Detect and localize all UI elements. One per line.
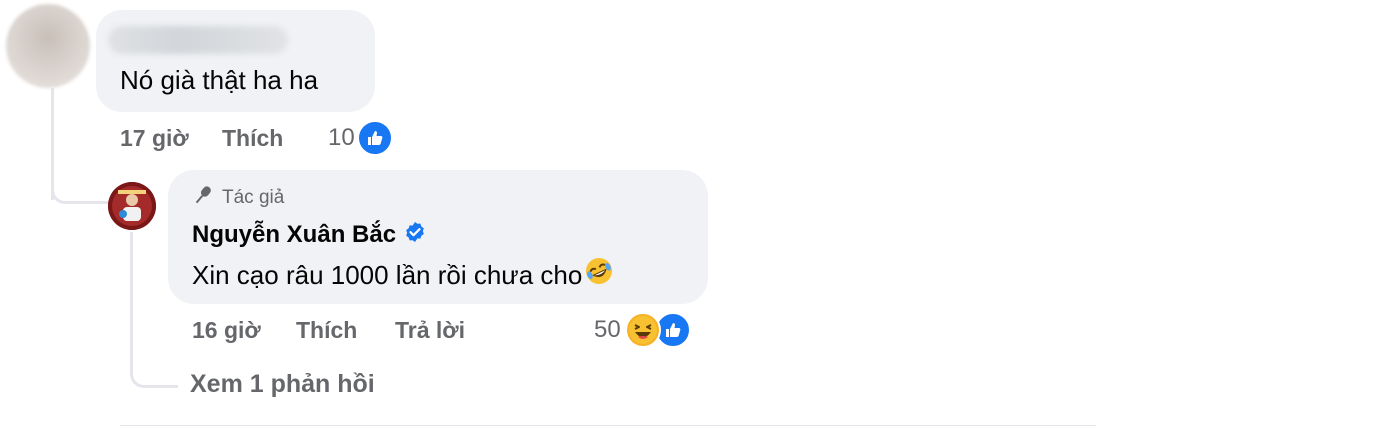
avatar[interactable] [6,4,90,88]
comment-text: Nó già thật ha ha [120,65,319,95]
thread-connector [51,180,109,204]
author-badge: Tác giả [192,184,284,212]
thread-connector [130,360,178,388]
author-name[interactable]: Nguyễn Xuân Bắc [192,221,396,249]
microphone-icon [192,184,214,212]
reply-button[interactable]: Trả lời [395,317,465,344]
divider [120,425,1096,426]
author-name-row: Nguyễn Xuân Bắc [192,220,426,250]
comment-time[interactable]: 17 giờ [120,125,189,152]
comment-text: Xin cạo râu 1000 lần rồi chưa cho [192,260,583,290]
commenter-name-blurred[interactable] [108,26,288,54]
thread-line [130,232,133,372]
reaction-count: 50 [594,316,621,343]
verified-badge-icon [404,221,426,250]
like-button[interactable]: Thích [296,317,357,344]
haha-icon [624,312,661,348]
reaction-summary[interactable]: 50 [594,312,691,348]
see-replies-link[interactable]: Xem 1 phản hồi [190,370,375,399]
rolling-laughing-emoji-icon [584,256,614,294]
comment-time[interactable]: 16 giờ [192,317,261,344]
like-button[interactable]: Thích [222,125,283,152]
reaction-count: 10 [328,124,355,151]
avatar[interactable] [108,182,156,230]
like-icon [356,120,393,156]
reaction-summary[interactable]: 10 [328,120,393,156]
author-badge-label: Tác giả [222,187,285,208]
comment-text-row: Xin cạo râu 1000 lần rồi chưa cho [192,256,614,294]
